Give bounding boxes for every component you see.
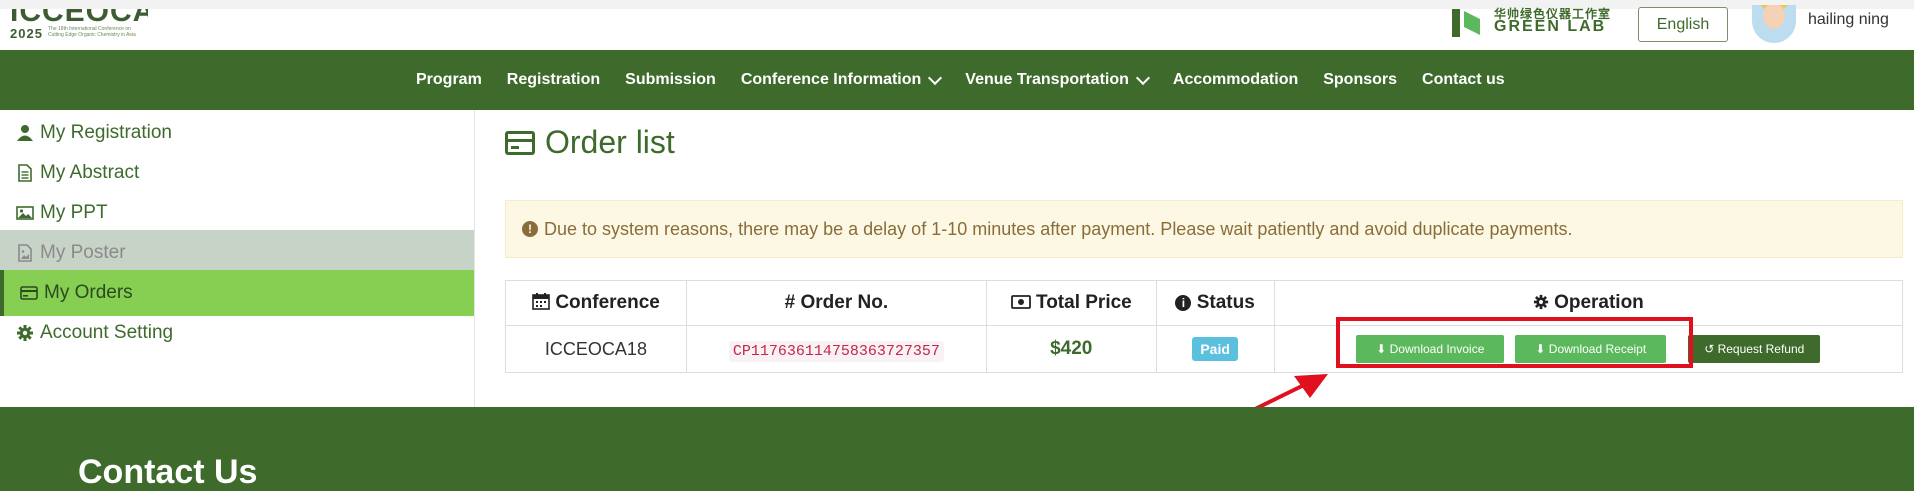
footer: Contact Us [0,407,1914,491]
sidebar-item-label: My Abstract [40,162,140,183]
status-badge: Paid [1192,337,1238,361]
credit-card-icon [505,130,535,155]
orders-table: Conference # Order No. Total Price i Sta… [505,280,1904,373]
nav-item-venue-transportation[interactable]: Venue Transportation [965,70,1150,89]
user-icon [17,125,33,141]
nav-item-program[interactable]: Program [416,71,482,89]
sidebar-item-account-setting[interactable]: Account Setting [0,310,474,356]
file-image-icon [18,244,32,262]
username[interactable]: hailing ning [1808,11,1889,29]
column-header-operation: Operation [1273,280,1904,326]
cell-total-price: $420 [985,325,1157,373]
file-text-icon [18,164,32,182]
nav-item-registration[interactable]: Registration [507,71,600,89]
header-text: Conference [555,292,660,313]
language-button[interactable]: English [1638,7,1728,42]
chevron-down-icon [1135,70,1150,85]
table-header-row: Conference # Order No. Total Price i Sta… [505,280,1904,326]
page-title-text: Order list [545,124,675,160]
header-text: Order No. [800,292,889,313]
total-price: $420 [1050,338,1093,359]
nav-item-accommodation[interactable]: Accommodation [1173,71,1298,89]
column-header-order-no: # Order No. [685,280,987,326]
column-header-status: i Status [1155,280,1275,326]
cell-conference: ICCEOCA18 [505,325,687,373]
nav-items: Program Registration Submission Conferen… [416,50,1530,110]
sidebar-item-label: Account Setting [40,322,174,343]
cell-status: Paid [1155,325,1275,373]
gear-icon [1533,294,1548,310]
avatar[interactable] [1752,5,1796,43]
column-header-total-price: Total Price [985,280,1157,326]
top-header: ICCEOCA 2025 The 18th International Conf… [0,0,1914,50]
info-icon: ! [522,221,538,237]
money-icon [1010,295,1031,309]
info-circle-icon: i [1175,295,1192,311]
download-icon: ⬇︎ [1535,342,1549,356]
header-text: Operation [1554,292,1644,313]
column-header-conference: Conference [505,280,687,326]
order-number: CP117636114758363727357 [728,340,944,362]
cell-operation: ⬇︎ Download Invoice ⬇︎ Download Receipt … [1273,325,1904,373]
avatar-face [1763,5,1785,29]
green-lab-logo[interactable]: 华帅绿色仪器工作室 GREEN LAB [1452,7,1612,47]
credit-card-icon [20,286,38,300]
chevron-down-icon [928,70,943,85]
download-invoice-button[interactable]: ⬇︎ Download Invoice [1356,335,1505,363]
gear-icon [17,325,33,341]
hashtag-icon: # [784,292,801,313]
logo-year: 2025 [10,26,43,41]
green-lab-leaf-icon [1452,9,1480,37]
image-icon [16,206,34,220]
header-text: Total Price [1036,292,1132,313]
payment-delay-alert: ! Due to system reasons, there may be a … [505,200,1903,258]
undo-icon: ↺ [1704,342,1718,356]
alert-text: Due to system reasons, there may be a de… [544,218,1573,239]
sidebar-item-label: My Registration [40,122,172,143]
page-title: Order list [505,124,675,161]
nav-item-conference-information[interactable]: Conference Information [741,70,943,89]
green-lab-en: GREEN LAB [1494,18,1607,35]
nav-item-submission[interactable]: Submission [625,71,716,89]
table-row: ICCEOCA18 CP117636114758363727357 $420 P… [505,325,1904,373]
request-refund-button[interactable]: ↺ Request Refund [1688,335,1821,363]
sidebar-item-label: My Poster [40,242,126,263]
nav-item-sponsors[interactable]: Sponsors [1323,71,1397,89]
calendar-icon [532,293,550,310]
footer-title: Contact Us [78,453,258,491]
button-label: Request Refund [1717,342,1805,356]
conference-logo[interactable]: ICCEOCA 2025 The 18th International Conf… [8,9,148,49]
cell-order-no: CP117636114758363727357 [685,325,987,373]
sidebar: My Registration My Abstract My PPT My Po… [0,110,475,407]
logo-subtitle: The 18th International Conference on Cut… [48,26,136,38]
main-nav: Program Registration Submission Conferen… [0,50,1914,110]
nav-item-contact-us[interactable]: Contact us [1422,71,1505,89]
download-icon: ⬇︎ [1376,342,1390,356]
sidebar-item-label: My PPT [40,202,108,223]
download-receipt-button[interactable]: ⬇︎ Download Receipt [1515,335,1667,363]
button-label: Download Invoice [1389,342,1485,356]
header-text: Status [1196,292,1255,313]
button-label: Download Receipt [1548,342,1647,356]
sidebar-item-label: My Orders [44,282,133,303]
